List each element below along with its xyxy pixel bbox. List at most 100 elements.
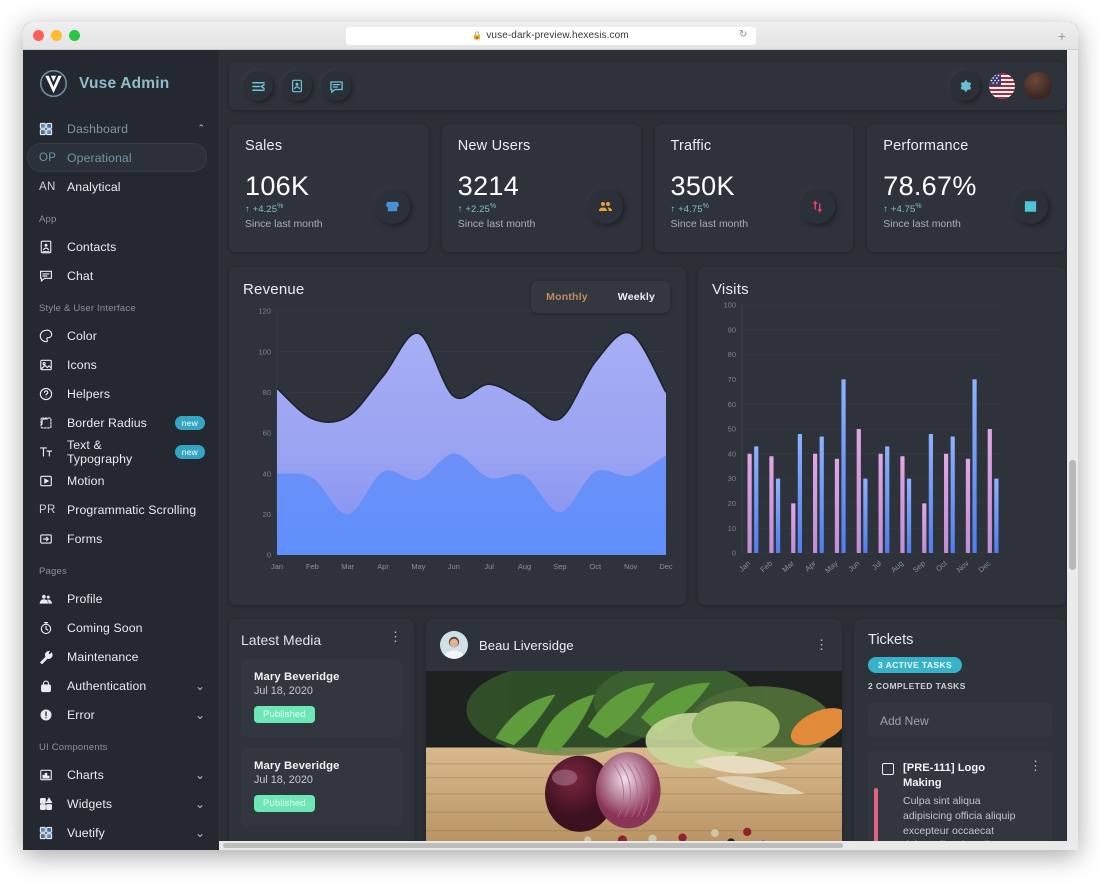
kebab-menu-icon[interactable]: ⋮	[389, 630, 402, 644]
sidebar-item-text-typography[interactable]: Text & Typography new	[23, 437, 219, 466]
chevron-down-icon[interactable]: ⌄	[195, 768, 205, 782]
svg-text:0: 0	[732, 549, 736, 558]
svg-text:80: 80	[263, 388, 271, 397]
sidebar-item-operational[interactable]: OP Operational	[27, 143, 207, 172]
lock-icon	[39, 679, 67, 693]
reload-icon[interactable]: ↻	[739, 29, 747, 40]
sidebar-item-chat[interactable]: Chat	[23, 261, 219, 290]
svg-text:Sep: Sep	[911, 559, 927, 575]
chevron-down-icon[interactable]: ⌄	[195, 708, 205, 722]
widgets-icon	[39, 796, 67, 811]
form-arrow-icon	[39, 532, 67, 546]
svg-text:Dec: Dec	[976, 559, 992, 575]
kebab-menu-icon[interactable]: ⋮	[815, 638, 828, 652]
active-tasks-badge: 3 ACTIVE TASKS	[868, 657, 963, 673]
stat-delta-unit: %	[489, 203, 497, 211]
sidebar-item-label: Authentication	[67, 678, 147, 693]
sidebar-item-label: Error	[67, 707, 95, 722]
browser-vertical-scrollbar[interactable]	[1067, 50, 1078, 850]
sidebar-item-label: Operational	[67, 150, 132, 165]
sidebar-item-dashboard[interactable]: Dashboard ⌃	[23, 114, 219, 143]
sidebar-item-charts[interactable]: Charts ⌄	[23, 760, 219, 789]
sidebar-item-motion[interactable]: Motion	[23, 466, 219, 495]
sidebar-item-profile[interactable]: Profile	[23, 584, 219, 613]
svg-text:Nov: Nov	[624, 562, 638, 571]
menu-collapse-icon[interactable]	[243, 71, 273, 101]
contact-card-icon	[39, 240, 67, 254]
svg-text:30: 30	[728, 474, 736, 483]
svg-text:60: 60	[728, 400, 736, 409]
plus-icon[interactable]: +	[1058, 29, 1066, 43]
avatar[interactable]	[1024, 72, 1052, 100]
address-bar[interactable]: 🔒 vuse-dark-preview.hexesis.com ↻	[345, 26, 756, 45]
sidebar-item-color[interactable]: Color	[23, 321, 219, 350]
window-controls[interactable]	[33, 30, 80, 41]
grid-icon	[39, 826, 67, 840]
tickets-title: Tickets	[868, 632, 914, 648]
sidebar-item-vuetify[interactable]: Vuetify ⌄	[23, 818, 219, 847]
sidebar-section-label: App	[39, 214, 57, 225]
add-new-placeholder: Add New	[880, 713, 929, 728]
revenue-area-chart: 0 20 40 60 80 100 120 Jan Feb Mar Apr May Jun Jul Aug S…	[258, 307, 672, 571]
chevron-down-icon[interactable]: ⌄	[195, 826, 205, 840]
svg-text:Aug: Aug	[889, 559, 905, 575]
screenshot-root: 🔒 vuse-dark-preview.hexesis.com ↻ + Vuse…	[0, 0, 1100, 894]
svg-text:70: 70	[728, 375, 736, 384]
sidebar-item-forms[interactable]: Forms	[23, 524, 219, 553]
sidebar-item-analytical[interactable]: AN Analytical	[23, 172, 219, 201]
stat-card-sales: Sales 106K ↑ +4.25% Since last month	[229, 124, 428, 252]
chat-bubble-icon[interactable]	[321, 71, 351, 101]
app-shell: Vuse Admin Dashboard ⌃ OP Operational AN Anal…	[23, 50, 1078, 850]
flag-us-icon[interactable]	[989, 73, 1015, 99]
close-window-button[interactable]	[33, 30, 44, 41]
sidebar-item-programmatic-scrolling[interactable]: PR Programmatic Scrolling	[23, 495, 219, 524]
media-date: Jul 18, 2020	[254, 774, 313, 786]
bottom-row: Latest Media ⋮ Mary Beveridge Jul 18, 202…	[229, 619, 1066, 850]
stat-delta-unit: %	[915, 203, 922, 211]
chevron-down-icon[interactable]: ⌄	[195, 679, 205, 693]
arrow-up-icon: ↑	[457, 204, 463, 216]
media-item[interactable]: Mary Beveridge Jul 18, 2020 Published	[241, 659, 402, 737]
contact-card-icon[interactable]	[282, 71, 312, 101]
chevron-down-icon[interactable]: ⌄	[195, 797, 205, 811]
latest-media-header: Latest Media ⋮	[241, 630, 402, 648]
sidebar-item-error[interactable]: Error ⌄	[23, 700, 219, 729]
sidebar-item-contacts[interactable]: Contacts	[23, 232, 219, 261]
chevron-up-icon[interactable]: ⌃	[197, 123, 205, 134]
svg-text:Apr: Apr	[377, 562, 389, 571]
svg-text:May: May	[823, 559, 840, 575]
add-new-ticket-input[interactable]: Add New	[868, 703, 1052, 738]
main-content: Sales 106K ↑ +4.25% Since last month New Use…	[219, 50, 1078, 850]
scrollbar-thumb[interactable]	[223, 843, 843, 848]
sidebar-item-label: Dashboard	[67, 121, 129, 136]
svg-text:20: 20	[728, 499, 736, 508]
media-item[interactable]: Mary Beveridge Jul 18, 2020 Published	[241, 748, 402, 826]
sidebar-item-widgets[interactable]: Widgets ⌄	[23, 789, 219, 818]
brand[interactable]: Vuse Admin	[23, 50, 219, 114]
sidebar-item-helpers[interactable]: Helpers	[23, 379, 219, 408]
stat-delta-value: +4.25	[252, 204, 278, 216]
ticket-item[interactable]: [PRE-111] Logo Making Culpa sint aliqua a…	[868, 750, 1052, 850]
ticket-title: [PRE-111] Logo Making	[903, 762, 986, 790]
svg-text:120: 120	[258, 307, 271, 316]
svg-text:60: 60	[263, 429, 271, 438]
svg-text:Jan: Jan	[271, 562, 283, 571]
toolbar-right-group	[950, 71, 1052, 101]
svg-text:40: 40	[728, 449, 736, 458]
gear-icon[interactable]	[950, 71, 980, 101]
svg-text:Nov: Nov	[955, 559, 971, 575]
sidebar-item-maintenance[interactable]: Maintenance	[23, 642, 219, 671]
sidebar-item-authentication[interactable]: Authentication ⌄	[23, 671, 219, 700]
sidebar-item-label: Maintenance	[67, 649, 139, 664]
ticket-checkbox[interactable]	[882, 763, 894, 775]
scrollbar-thumb[interactable]	[1069, 460, 1076, 570]
svg-text:Jul: Jul	[870, 559, 883, 572]
maximize-window-button[interactable]	[69, 30, 80, 41]
border-radius-icon	[39, 416, 67, 430]
minimize-window-button[interactable]	[51, 30, 62, 41]
browser-horizontal-scrollbar[interactable]	[219, 841, 1067, 850]
sidebar-item-coming-soon[interactable]: Coming Soon	[23, 613, 219, 642]
kebab-menu-icon[interactable]: ⋮	[1029, 759, 1042, 850]
sidebar-item-border-radius[interactable]: Border Radius new	[23, 408, 219, 437]
sidebar-item-icons[interactable]: Icons	[23, 350, 219, 379]
